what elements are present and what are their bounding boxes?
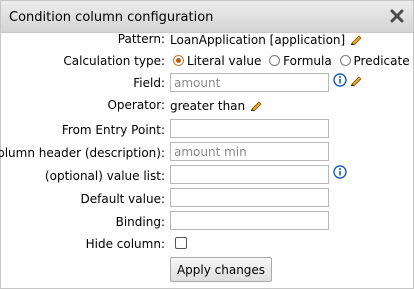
field-info-icon[interactable] [333,73,347,90]
close-icon[interactable] [390,9,404,23]
column-header-input[interactable] [170,142,329,161]
radio-formula[interactable]: Formula [269,54,335,68]
radio-literal-value-indicator[interactable] [173,55,184,66]
value-list-input[interactable] [170,165,329,184]
radio-predicate-label[interactable]: Predicate [354,54,410,68]
operator-edit-pencil-icon[interactable] [249,98,263,115]
condition-column-dialog: Condition column configuration Pattern: … [0,0,414,289]
operator-label: Operator: [107,98,165,112]
apply-changes-button[interactable]: Apply changes [170,257,272,282]
from-entry-point-input[interactable] [170,119,329,138]
from-entry-point-label: From Entry Point: [61,123,165,137]
dialog-title: Condition column configuration [9,10,214,25]
binding-input[interactable] [170,211,329,230]
radio-formula-indicator[interactable] [269,55,281,66]
value-list-label: (optional) value list: [44,169,165,183]
column-header-label: Column header (description): [0,146,165,160]
radio-literal-value[interactable]: Literal value [173,54,265,68]
radio-literal-value-label[interactable]: Literal value [187,54,261,68]
radio-formula-label[interactable]: Formula [283,54,332,68]
pattern-label: Pattern: [117,32,165,46]
dialog-titlebar: Condition column configuration [1,1,413,33]
radio-predicate[interactable]: Predicate [339,54,410,68]
hide-column-label: Hide column: [85,237,165,251]
hide-column-checkbox[interactable] [175,237,187,249]
pattern-value: LoanApplication [application] [170,33,346,47]
pattern-value-group: LoanApplication [application] [170,32,363,49]
pattern-edit-pencil-icon[interactable] [349,32,363,49]
calc-type-label: Calculation type: [63,54,165,68]
field-input[interactable] [170,73,329,92]
calc-type-options: Literal value Formula Predicate [173,54,410,68]
operator-value: greater than [170,99,246,113]
default-value-label: Default value: [80,192,165,206]
operator-value-group: greater than [170,98,263,115]
field-edit-pencil-icon[interactable] [349,73,363,90]
field-label: Field: [133,76,165,90]
default-value-input[interactable] [170,188,329,207]
binding-label: Binding: [115,215,165,229]
radio-predicate-indicator[interactable] [339,55,351,66]
value-list-info-icon[interactable] [333,165,347,182]
